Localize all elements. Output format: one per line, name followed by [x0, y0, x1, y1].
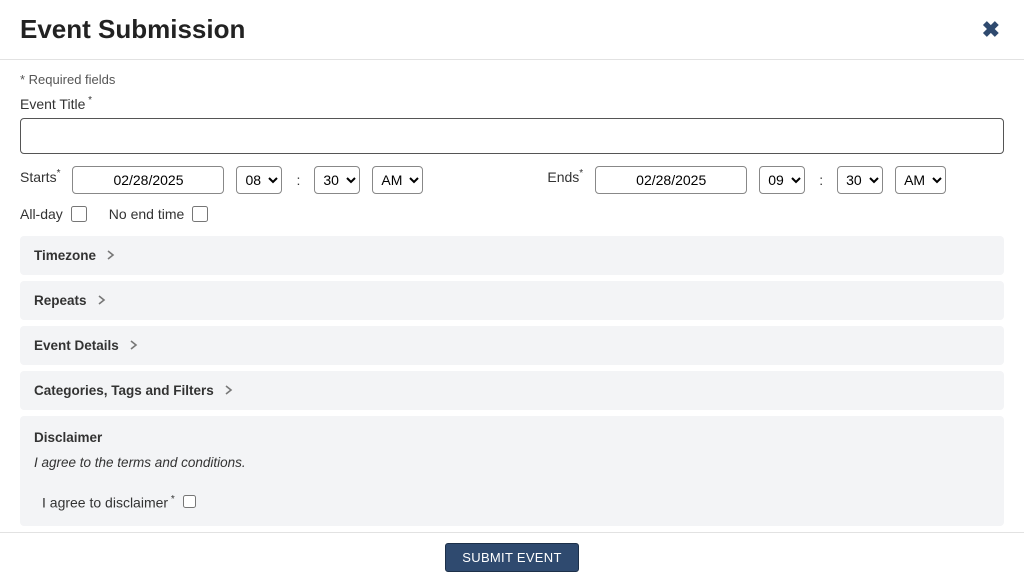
disclaimer-text: I agree to the terms and conditions. — [34, 455, 990, 470]
starts-hour-select[interactable]: 08 — [236, 166, 282, 194]
starts-period-select[interactable]: AM — [372, 166, 423, 194]
ends-date-input[interactable] — [595, 166, 747, 194]
chevron-right-icon — [106, 250, 116, 260]
event-title-input[interactable] — [20, 118, 1004, 154]
starts-group: Starts* — [20, 166, 224, 194]
page-title: Event Submission — [20, 14, 245, 45]
disclaimer-agree-label: I agree to disclaimer — [42, 494, 168, 510]
ends-minute-select[interactable]: 30 — [837, 166, 883, 194]
modal-header: Event Submission ✖ — [0, 0, 1024, 60]
starts-date-input[interactable] — [72, 166, 224, 194]
chevron-right-icon — [129, 340, 139, 350]
chevron-right-icon — [97, 295, 107, 305]
required-fields-note: * Required fields — [20, 72, 1004, 87]
allday-label: All-day — [20, 206, 63, 222]
datetime-row: Starts* 08 : 30 AM Ends* 09 — [20, 166, 1004, 194]
time-separator: : — [296, 172, 300, 188]
disclaimer-agree-checkbox[interactable] — [183, 495, 196, 508]
accordion-event-details[interactable]: Event Details — [20, 326, 1004, 365]
asterisk-icon: * — [579, 168, 583, 179]
noend-group: No end time — [109, 206, 208, 222]
accordion-title-timezone: Timezone — [34, 248, 96, 263]
ends-time-group: 09 : 30 AM — [759, 166, 946, 194]
asterisk-icon: * — [85, 95, 92, 106]
ends-group: Ends* — [547, 166, 747, 194]
disclaimer-agree-group: I agree to disclaimer * — [42, 494, 990, 511]
accordion-timezone[interactable]: Timezone — [20, 236, 1004, 275]
noend-checkbox[interactable] — [192, 206, 208, 222]
asterisk-icon: * — [168, 494, 175, 505]
event-title-label: Event Title — [20, 96, 85, 112]
ends-label: Ends — [547, 169, 579, 185]
ends-period-select[interactable]: AM — [895, 166, 946, 194]
accordion-title-repeats: Repeats — [34, 293, 87, 308]
accordion-title-categories: Categories, Tags and Filters — [34, 383, 214, 398]
close-icon: ✖ — [982, 17, 1000, 42]
asterisk-icon: * — [57, 168, 61, 179]
disclaimer-section: Disclaimer I agree to the terms and cond… — [20, 416, 1004, 527]
checkbox-row: All-day No end time — [20, 206, 1004, 222]
close-button[interactable]: ✖ — [978, 15, 1004, 45]
noend-label: No end time — [109, 206, 184, 222]
form-content: * Required fields Event Title * Starts* … — [0, 60, 1024, 526]
starts-time-group: 08 : 30 AM — [236, 166, 423, 194]
accordion-categories[interactable]: Categories, Tags and Filters — [20, 371, 1004, 410]
accordion-title-event-details: Event Details — [34, 338, 119, 353]
disclaimer-title: Disclaimer — [34, 430, 990, 445]
accordion-repeats[interactable]: Repeats — [20, 281, 1004, 320]
time-separator: : — [819, 172, 823, 188]
ends-hour-select[interactable]: 09 — [759, 166, 805, 194]
chevron-right-icon — [224, 385, 234, 395]
starts-label: Starts — [20, 169, 57, 185]
submit-event-button[interactable]: SUBMIT EVENT — [445, 543, 578, 572]
allday-checkbox[interactable] — [71, 206, 87, 222]
starts-minute-select[interactable]: 30 — [314, 166, 360, 194]
allday-group: All-day — [20, 206, 87, 222]
